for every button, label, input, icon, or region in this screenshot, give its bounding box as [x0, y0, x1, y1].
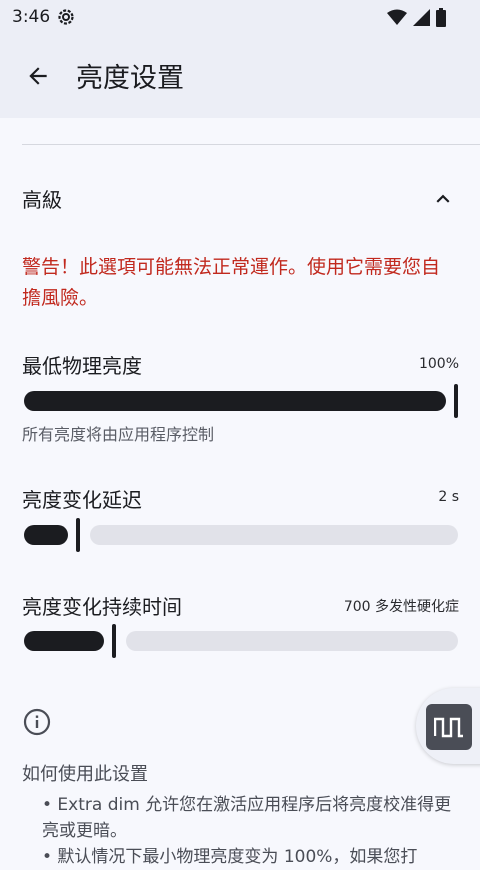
status-bar: 3:46: [0, 0, 480, 34]
slider-thumb[interactable]: [76, 518, 80, 552]
info-bullet: • 默认情况下最小物理亮度变为 100%，如果您打: [42, 847, 418, 867]
battery-icon: [436, 7, 446, 27]
system-icons: [387, 7, 446, 27]
slider-active-track: [24, 525, 68, 545]
back-button[interactable]: [20, 58, 56, 94]
slider-active-track: [24, 391, 446, 411]
square-wave-icon: [434, 717, 463, 738]
brightness-duration-slider[interactable]: [24, 624, 458, 658]
warning-text: 警告！此選項可能無法正常運作。使用它需要您自擔風險。: [22, 256, 441, 309]
info-icon: [23, 708, 51, 736]
settings-gear-icon: [58, 9, 74, 25]
brightness-delay-label: 亮度变化延迟: [22, 488, 142, 512]
brightness-duration-label: 亮度变化持续时间: [22, 595, 182, 619]
floating-toggle-button[interactable]: [426, 704, 472, 750]
arrow-back-icon: [29, 67, 47, 85]
brightness-duration-value: 700 多发性硬化症: [343, 599, 459, 615]
min-brightness-summary: 所有亮度将由应用程序控制: [22, 425, 215, 444]
section-title: 高級: [22, 188, 62, 212]
divider: [22, 144, 480, 145]
chevron-up-icon: [436, 194, 450, 203]
brightness-delay-slider[interactable]: [24, 518, 458, 552]
wifi-icon: [387, 9, 407, 25]
brightness-delay-value: 2 s: [438, 489, 459, 505]
slider-inactive-track: [126, 631, 458, 651]
min-brightness-slider[interactable]: [24, 384, 458, 418]
slider-thumb[interactable]: [454, 384, 458, 418]
slider-thumb[interactable]: [112, 624, 116, 658]
info-title: 如何使用此设置: [22, 764, 148, 785]
floating-panel: [416, 688, 480, 764]
min-brightness-value: 100%: [418, 356, 459, 372]
app-bar: 亮度设置: [0, 34, 480, 118]
slider-inactive-track: [90, 525, 458, 545]
signal-icon: [413, 8, 430, 26]
min-brightness-label: 最低物理亮度: [22, 354, 142, 378]
page-title: 亮度设置: [76, 63, 184, 94]
status-time: 3:46: [12, 7, 51, 27]
advanced-section-header[interactable]: 高級: [0, 170, 480, 226]
slider-active-track: [24, 631, 104, 651]
info-bullet: • Extra dim 允许您在激活应用程序后将亮度校准得更亮或更暗。: [42, 795, 452, 841]
